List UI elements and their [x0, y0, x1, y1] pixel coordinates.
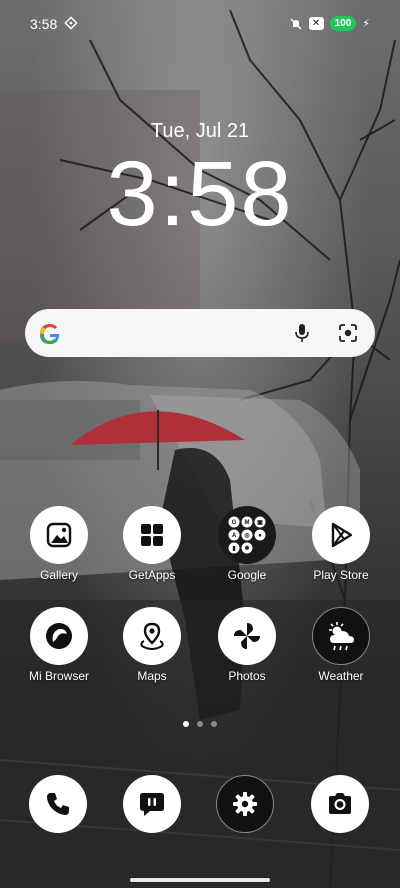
page-dot-active	[183, 721, 189, 727]
mute-icon	[290, 18, 302, 29]
app-label: Mi Browser	[28, 669, 89, 683]
photos-icon	[218, 607, 276, 665]
phone-icon	[47, 793, 69, 815]
browser-icon	[30, 607, 88, 665]
app-label: Weather	[318, 669, 364, 683]
svg-text:◎: ◎	[244, 533, 250, 539]
dock-settings[interactable]	[216, 775, 274, 833]
app-play-store[interactable]: Play Store	[296, 506, 386, 582]
status-bar: 3:58 ✕ 100 ⚡	[0, 0, 400, 50]
messages-icon	[140, 793, 164, 816]
settings-icon	[233, 792, 257, 816]
app-label: Photos	[228, 669, 266, 683]
app-maps[interactable]: Maps	[107, 607, 197, 683]
app-label: Play Store	[313, 568, 369, 582]
lockscreen-clock: 3:58	[106, 143, 294, 245]
vpn-diamond-icon	[64, 16, 78, 30]
page-dot	[197, 721, 203, 727]
app-label: GetApps	[128, 568, 176, 582]
svg-text:▣: ▣	[257, 520, 263, 526]
app-gallery[interactable]: Gallery	[14, 506, 104, 582]
lockscreen-date: Tue, Jul 21	[150, 120, 250, 142]
gallery-icon	[30, 506, 88, 564]
battery-level: 100	[329, 16, 357, 31]
app-photos[interactable]: Photos	[202, 607, 292, 683]
dock-camera[interactable]	[311, 775, 369, 833]
app-label: Gallery	[39, 568, 78, 582]
dock-messages[interactable]	[123, 775, 181, 833]
getapps-icon	[123, 506, 181, 564]
svg-text:G: G	[232, 520, 237, 526]
charging-icon: ⚡	[362, 18, 370, 30]
play-store-icon	[312, 506, 370, 564]
lens-icon[interactable]	[337, 322, 359, 344]
camera-icon	[329, 793, 351, 814]
status-time: 3:58	[30, 16, 58, 32]
app-label: Google	[227, 568, 267, 582]
page-dot	[211, 721, 217, 727]
svg-text:A: A	[232, 533, 237, 539]
app-weather[interactable]: Weather	[296, 607, 386, 683]
google-folder-icon: G M ▣ A ◎ ● ▮ ✱	[218, 506, 276, 564]
google-search-bar[interactable]	[25, 309, 375, 357]
svg-text:M: M	[245, 520, 250, 526]
weather-icon	[312, 607, 370, 665]
page-indicator	[0, 721, 400, 727]
app-mi-browser[interactable]: Mi Browser	[14, 607, 104, 683]
google-logo-icon	[40, 324, 59, 344]
svg-text:●: ●	[258, 533, 262, 539]
mic-icon[interactable]	[291, 322, 313, 344]
dock-phone[interactable]	[29, 775, 87, 833]
maps-icon	[123, 607, 181, 665]
svg-text:▮: ▮	[232, 546, 235, 552]
status-right: ✕ 100 ⚡	[289, 16, 370, 31]
home-indicator[interactable]	[130, 878, 270, 882]
no-sim-icon: ✕	[308, 17, 324, 30]
app-label: Maps	[137, 669, 167, 683]
app-google-folder[interactable]: G M ▣ A ◎ ● ▮ ✱ Google	[202, 506, 292, 582]
svg-text:✱: ✱	[244, 545, 249, 552]
app-getapps[interactable]: GetApps	[107, 506, 197, 582]
